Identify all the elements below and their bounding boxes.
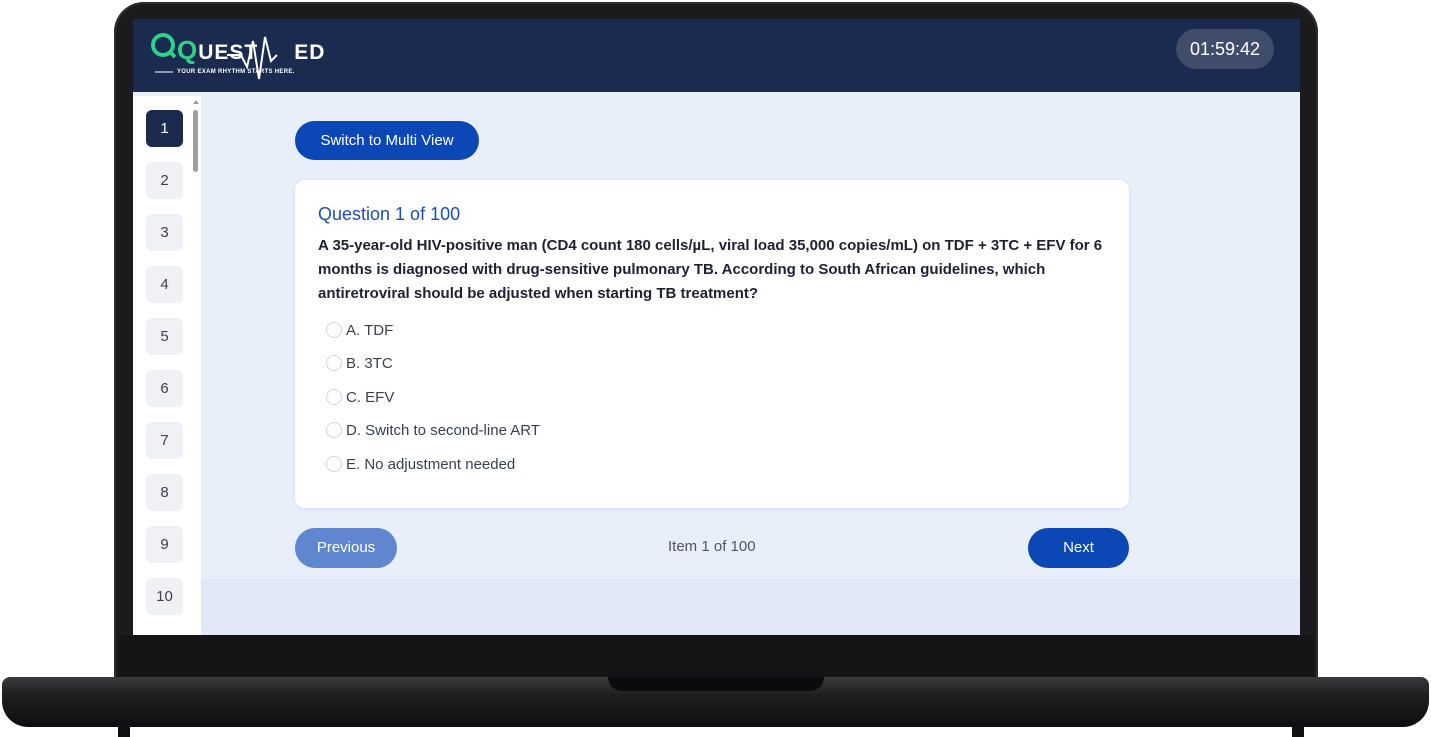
answer-option-a[interactable]: A. TDF: [326, 319, 393, 341]
scroll-up-arrow-icon[interactable]: [193, 100, 199, 104]
question-nav-7[interactable]: 7: [146, 422, 183, 459]
question-nav-8[interactable]: 8: [146, 474, 183, 511]
item-status: Item 1 of 100: [668, 538, 756, 555]
logo-tagline: YOUR EXAM RHYTHM STARTS HERE.: [177, 69, 295, 75]
scroll-thumb[interactable]: [193, 110, 198, 172]
question-text: A 35-year-old HIV-positive man (CD4 coun…: [318, 237, 1103, 302]
radio-button[interactable]: [326, 422, 342, 438]
question-nav-2[interactable]: 2: [146, 162, 183, 199]
answer-option-e[interactable]: E. No adjustment needed: [326, 453, 515, 475]
radio-button[interactable]: [326, 322, 342, 338]
laptop-notch: [608, 677, 824, 691]
answer-option-label: E. No adjustment needed: [346, 455, 516, 473]
question-nav-9[interactable]: 9: [146, 526, 183, 563]
answer-option-label: C. EFV: [346, 388, 395, 406]
question-card: Question 1 of 100 A 35-year-old HIV-posi…: [295, 180, 1129, 508]
laptop-foot-right: [1292, 726, 1304, 737]
exam-timer: 01:59:42: [1176, 29, 1274, 69]
radio-button[interactable]: [326, 389, 342, 405]
app-header: QUEST ED YOUR EXAM RHYTHM STARTS HERE. 01…: [133, 19, 1300, 92]
question-title: Question 1 of 100: [318, 204, 461, 224]
previous-button[interactable]: Previous: [295, 528, 397, 568]
content-lower-band: [201, 579, 1300, 635]
answer-option-label: B. 3TC: [346, 354, 393, 372]
question-nav-4[interactable]: 4: [146, 266, 183, 303]
answer-option-label: A. TDF: [346, 321, 394, 339]
question-nav-10[interactable]: 10: [146, 578, 183, 615]
laptop-bottom-bezel: [118, 635, 1314, 679]
sidebar-scrollbar[interactable]: [192, 100, 200, 630]
switch-to-multi-view-button[interactable]: Switch to Multi View: [295, 121, 479, 160]
question-nav-6[interactable]: 6: [146, 370, 183, 407]
questmed-logo[interactable]: QUEST ED YOUR EXAM RHYTHM STARTS HERE.: [149, 23, 339, 85]
answer-option-label: D. Switch to second-line ART: [346, 421, 540, 439]
radio-button[interactable]: [326, 456, 342, 472]
heartbeat-icon: [151, 33, 278, 80]
question-nav-3[interactable]: 3: [146, 214, 183, 251]
question-navigator: 1 2 3 4 5 6 7 8 9 10: [133, 96, 201, 635]
next-button[interactable]: Next: [1028, 528, 1129, 568]
answer-option-b[interactable]: B. 3TC: [326, 352, 393, 374]
answer-option-d[interactable]: D. Switch to second-line ART: [326, 419, 540, 441]
question-nav-5[interactable]: 5: [146, 318, 183, 355]
radio-button[interactable]: [326, 355, 342, 371]
laptop-foot-left: [118, 726, 130, 737]
question-nav-1[interactable]: 1: [146, 110, 183, 147]
answer-option-c[interactable]: C. EFV: [326, 386, 394, 408]
app-screen: QUEST ED YOUR EXAM RHYTHM STARTS HERE. 01…: [133, 19, 1300, 635]
